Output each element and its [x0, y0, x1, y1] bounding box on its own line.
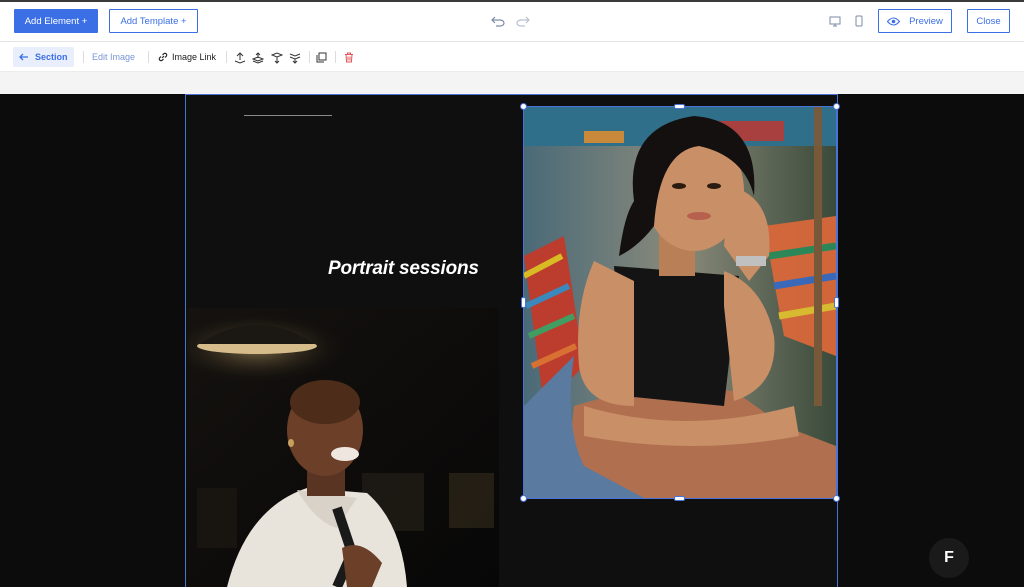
- element-toolbar: Section Edit Image Image Link: [0, 42, 1024, 72]
- preview-button[interactable]: Preview: [878, 9, 952, 33]
- image-link-button[interactable]: Image Link: [158, 47, 216, 67]
- mobile-icon[interactable]: [853, 14, 865, 28]
- portrait-image-left[interactable]: [187, 308, 499, 587]
- resize-handle-right[interactable]: [834, 297, 839, 308]
- desktop-icon[interactable]: [828, 15, 842, 27]
- back-arrow-icon: [19, 53, 29, 61]
- preview-label: Preview: [909, 15, 943, 27]
- editor-top-bar: Add Element + Add Template + Preview Clo…: [0, 0, 1024, 42]
- toolbar-divider: [335, 51, 336, 63]
- image-link-label: Image Link: [172, 52, 217, 62]
- resize-handle-left[interactable]: [521, 297, 526, 308]
- page-canvas[interactable]: Portrait sessions F: [0, 94, 1024, 587]
- resize-handle-bottom-left[interactable]: [520, 495, 527, 502]
- add-template-button[interactable]: Add Template +: [109, 9, 198, 33]
- resize-handle-top-left[interactable]: [520, 103, 527, 110]
- move-up-layer-icon[interactable]: [251, 51, 265, 65]
- headline-text[interactable]: Portrait sessions: [328, 258, 479, 280]
- resize-handle-top[interactable]: [674, 104, 685, 109]
- resize-handle-top-right[interactable]: [833, 103, 840, 110]
- duplicate-icon[interactable]: [315, 51, 328, 64]
- section-label: Section: [35, 52, 68, 62]
- toolbar-divider: [226, 51, 227, 63]
- undo-icon[interactable]: [490, 14, 506, 28]
- redo-icon[interactable]: [515, 14, 531, 28]
- image-selection-box: [523, 106, 837, 499]
- close-button[interactable]: Close: [967, 9, 1010, 33]
- link-icon: [158, 52, 168, 62]
- move-up-icon[interactable]: [233, 51, 247, 65]
- edit-image-button[interactable]: Edit Image: [92, 47, 135, 67]
- move-down-layer-icon[interactable]: [270, 51, 284, 65]
- portrait-left-illustration: [187, 308, 499, 587]
- decorative-line[interactable]: [244, 115, 332, 116]
- floating-badge[interactable]: F: [929, 538, 969, 578]
- eye-icon: [887, 16, 901, 26]
- section-back-button[interactable]: Section: [13, 47, 74, 67]
- delete-icon[interactable]: [343, 51, 355, 64]
- toolbar-divider: [83, 51, 84, 63]
- resize-handle-bottom-right[interactable]: [833, 495, 840, 502]
- canvas-top-margin: [0, 72, 1024, 94]
- add-element-button[interactable]: Add Element +: [14, 9, 98, 33]
- move-down-icon[interactable]: [288, 51, 302, 65]
- toolbar-divider: [148, 51, 149, 63]
- resize-handle-bottom[interactable]: [674, 496, 685, 501]
- toolbar-divider: [309, 51, 310, 63]
